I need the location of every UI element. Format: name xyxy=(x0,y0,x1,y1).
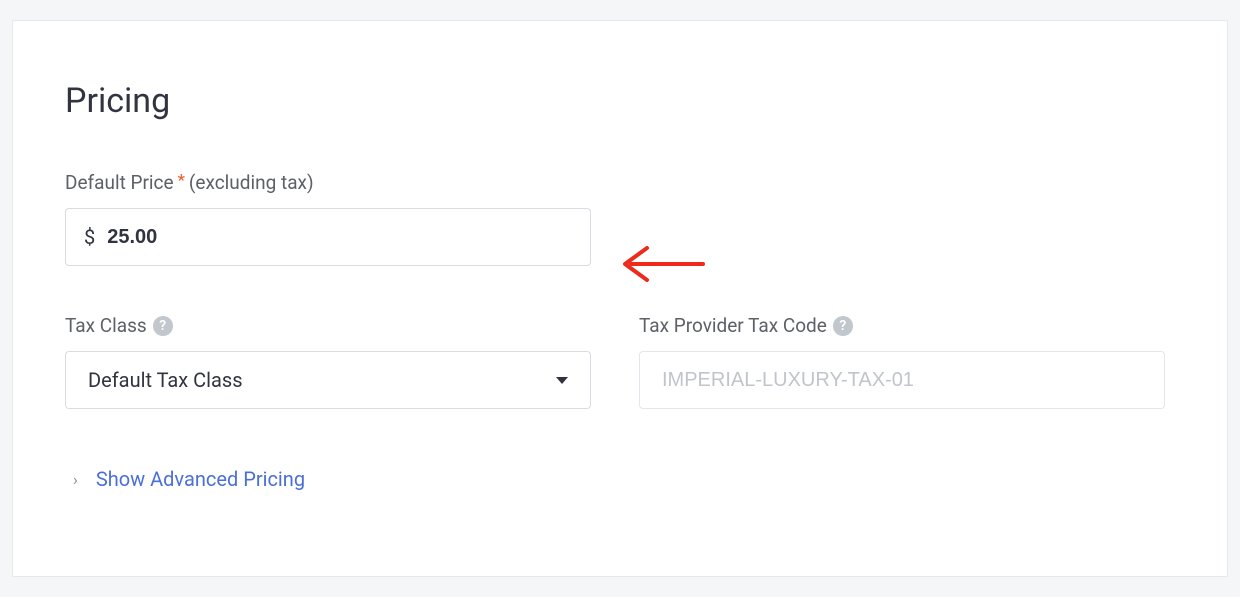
tax-provider-code-input[interactable] xyxy=(639,351,1165,409)
default-price-field-group: Default Price * (excluding tax) $ xyxy=(65,171,1175,266)
tax-class-label: Tax Class xyxy=(65,314,147,337)
pricing-heading: Pricing xyxy=(65,81,1175,121)
tax-provider-code-group: Tax Provider Tax Code ? xyxy=(639,314,1165,409)
tax-class-selected: Default Tax Class xyxy=(88,368,243,392)
default-price-input-wrap[interactable]: $ xyxy=(65,208,591,266)
pricing-card: Pricing Default Price * (excluding tax) … xyxy=(12,20,1228,577)
default-price-label: Default Price xyxy=(65,171,174,194)
tax-provider-code-label-row: Tax Provider Tax Code ? xyxy=(639,314,1165,337)
tax-row: Tax Class ? Default Tax Class Tax Provid… xyxy=(65,314,1175,409)
default-price-label-row: Default Price * (excluding tax) xyxy=(65,171,1175,194)
tax-provider-code-label: Tax Provider Tax Code xyxy=(639,314,827,337)
required-asterisk: * xyxy=(178,171,185,191)
chevron-right-icon: › xyxy=(73,470,78,489)
tax-class-group: Tax Class ? Default Tax Class xyxy=(65,314,591,409)
default-price-suffix: (excluding tax) xyxy=(189,171,314,194)
show-advanced-pricing-toggle[interactable]: › Show Advanced Pricing xyxy=(65,467,1175,491)
show-advanced-pricing-label: Show Advanced Pricing xyxy=(96,467,305,491)
currency-symbol: $ xyxy=(84,225,95,249)
chevron-down-icon xyxy=(556,377,568,384)
default-price-input[interactable] xyxy=(107,226,572,249)
help-icon[interactable]: ? xyxy=(833,316,853,336)
tax-class-label-row: Tax Class ? xyxy=(65,314,591,337)
tax-class-select[interactable]: Default Tax Class xyxy=(65,351,591,409)
help-icon[interactable]: ? xyxy=(153,316,173,336)
